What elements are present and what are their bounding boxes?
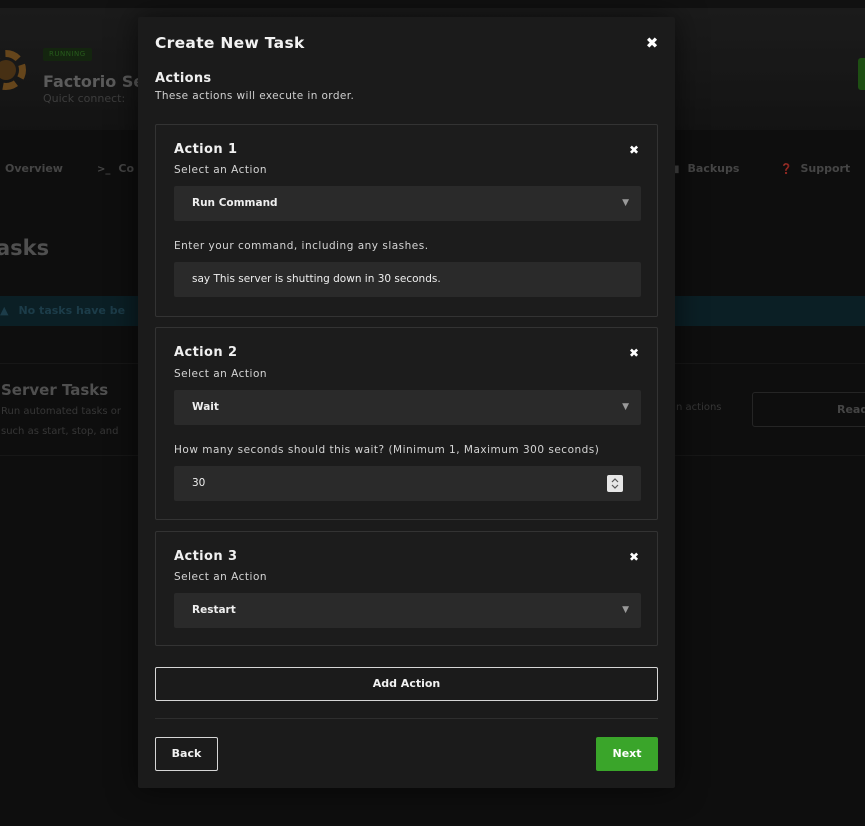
select-label: Select an Action: [174, 164, 268, 176]
input-label: How many seconds should this wait? (Mini…: [174, 444, 600, 456]
remove-action-icon[interactable]: ✖: [627, 549, 641, 565]
action-card-2: Action 2 ✖ Select an Action Wait ▼ How m…: [155, 327, 658, 520]
remove-action-icon[interactable]: ✖: [627, 345, 641, 361]
action-title: Action 1: [174, 142, 238, 157]
actions-description: These actions will execute in order.: [155, 90, 355, 102]
input-value: say This server is shutting down in 30 s…: [192, 273, 441, 285]
action-card-1: Action 1 ✖ Select an Action Run Command …: [155, 124, 658, 317]
action-title: Action 3: [174, 549, 238, 564]
input-value: 30: [192, 477, 206, 489]
footer-divider: [155, 718, 658, 719]
add-action-button[interactable]: Add Action: [155, 667, 658, 701]
action-card-3: Action 3 ✖ Select an Action Restart ▼: [155, 531, 658, 646]
actions-heading: Actions: [155, 71, 212, 86]
input-label: Enter your command, including any slashe…: [174, 240, 429, 252]
close-icon[interactable]: ✖: [643, 34, 661, 52]
caret-down-icon: ▼: [622, 605, 629, 615]
number-spinner-icon[interactable]: [607, 475, 623, 492]
next-button[interactable]: Next: [596, 737, 658, 771]
select-label: Select an Action: [174, 571, 268, 583]
create-task-modal: Create New Task ✖ Actions These actions …: [138, 17, 675, 788]
command-input[interactable]: say This server is shutting down in 30 s…: [174, 262, 641, 297]
action-select[interactable]: Restart ▼: [174, 593, 641, 628]
seconds-input[interactable]: 30: [174, 466, 641, 501]
back-button[interactable]: Back: [155, 737, 218, 771]
action-select[interactable]: Run Command ▼: [174, 186, 641, 221]
action-select[interactable]: Wait ▼: [174, 390, 641, 425]
action-title: Action 2: [174, 345, 238, 360]
selected-value: Restart: [192, 604, 236, 616]
modal-title: Create New Task: [155, 34, 305, 52]
selected-value: Wait: [192, 401, 219, 413]
selected-value: Run Command: [192, 197, 278, 209]
select-label: Select an Action: [174, 368, 268, 380]
remove-action-icon[interactable]: ✖: [627, 142, 641, 158]
caret-down-icon: ▼: [622, 402, 629, 412]
caret-down-icon: ▼: [622, 198, 629, 208]
